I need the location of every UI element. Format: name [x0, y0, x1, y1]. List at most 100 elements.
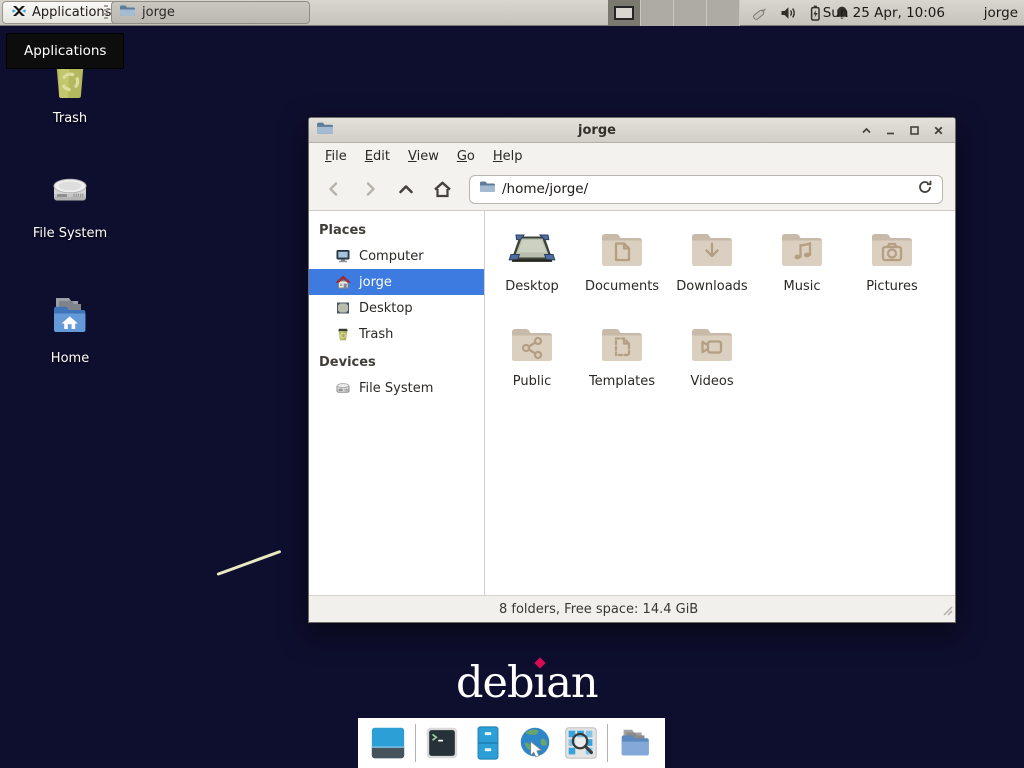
shade-button[interactable]: [861, 125, 872, 136]
taskbar-window-button[interactable]: jorge: [111, 1, 310, 24]
dock-launcher-terminal[interactable]: [422, 723, 462, 763]
sidebar-item-label: jorge: [359, 275, 392, 290]
tooltip-text: Applications: [24, 43, 106, 59]
file-item-public[interactable]: Public: [487, 318, 577, 413]
top-panel: Applications jorge Sun 25 Apr, 10:06 jor…: [0, 0, 1024, 26]
workspace-cell-4[interactable]: [707, 0, 740, 26]
sidebar-item-desktop[interactable]: Desktop: [309, 295, 484, 321]
applications-menu-label: Applications: [32, 5, 111, 20]
file-item-desktop[interactable]: Desktop: [487, 223, 577, 318]
trash-sm-icon: [335, 326, 351, 342]
menu-help[interactable]: Help: [484, 146, 532, 167]
file-item-music[interactable]: Music: [757, 223, 847, 318]
menu-go[interactable]: Go: [448, 146, 484, 167]
sidebar-header-devices: Devices: [309, 347, 484, 375]
desktop-root: Applications jorge Sun 25 Apr, 10:06 jor…: [0, 0, 1024, 768]
window-folder-icon: [316, 121, 333, 140]
sidebar: PlacesComputerjorgeDesktopTrashDevicesFi…: [309, 211, 485, 595]
path-bar-input[interactable]: /home/jorge/: [469, 175, 943, 204]
applications-menu-button[interactable]: Applications: [2, 1, 120, 24]
battery-icon[interactable]: [806, 4, 824, 22]
pointer-line-artifact: [216, 550, 281, 576]
template-icon: [597, 322, 647, 370]
sidebar-item-label: Trash: [359, 327, 393, 342]
maximize-button[interactable]: [909, 125, 920, 136]
window-titlebar[interactable]: jorge: [309, 118, 955, 143]
sidebar-item-jorge[interactable]: jorge: [309, 269, 484, 295]
computer-sm-icon: [335, 248, 351, 264]
xfce-logo-icon: [11, 3, 27, 23]
debian-logo-text: debıan: [456, 658, 598, 708]
file-item-label: Downloads: [676, 279, 747, 294]
home-large-icon: [44, 292, 96, 346]
home-button[interactable]: [429, 176, 455, 202]
file-item-label: Pictures: [866, 279, 917, 294]
statusbar: 8 folders, Free space: 14.4 GiB: [309, 595, 955, 622]
statusbar-text: 8 folders, Free space: 14.4 GiB: [499, 602, 698, 617]
file-item-documents[interactable]: Documents: [577, 223, 667, 318]
panel-clock[interactable]: Sun 25 Apr, 10:06: [823, 0, 945, 26]
clipboard-tool-icon[interactable]: [752, 4, 770, 22]
music-icon: [777, 227, 827, 275]
file-item-downloads[interactable]: Downloads: [667, 223, 757, 318]
dock-separator: [415, 724, 416, 762]
minimize-button[interactable]: [885, 125, 896, 136]
resize-grip[interactable]: [941, 601, 953, 620]
dock-launcher-app-finder[interactable]: [561, 723, 601, 763]
file-item-label: Videos: [690, 374, 733, 389]
up-button[interactable]: [393, 176, 419, 202]
menu-file[interactable]: File: [316, 146, 356, 167]
window-controls: [861, 125, 948, 136]
panel-user-label: jorge: [984, 0, 1018, 26]
panel-separator-grip[interactable]: [104, 5, 108, 21]
desktop-icon-label: File System: [33, 226, 107, 241]
path-folder-icon: [479, 180, 495, 198]
desktop-icon-file-system[interactable]: File System: [18, 167, 122, 241]
home-sm-icon: [335, 274, 351, 290]
dock-panel: [358, 718, 665, 768]
close-button[interactable]: [933, 125, 944, 136]
sidebar-item-label: File System: [359, 381, 433, 396]
workspace-cell-1[interactable]: [608, 0, 641, 26]
desktop-sm-icon: [335, 300, 351, 316]
file-item-videos[interactable]: Videos: [667, 318, 757, 413]
file-item-label: Music: [784, 279, 821, 294]
volume-icon[interactable]: [779, 4, 797, 22]
workspace-cell-3[interactable]: [674, 0, 707, 26]
dock-launcher-show-desktop[interactable]: [368, 723, 408, 763]
sidebar-item-file-system[interactable]: File System: [309, 375, 484, 401]
path-text[interactable]: /home/jorge/: [502, 181, 910, 197]
file-item-pictures[interactable]: Pictures: [847, 223, 937, 318]
document-icon: [597, 227, 647, 275]
back-button[interactable]: [321, 176, 347, 202]
applications-tooltip: Applications: [6, 33, 124, 69]
menu-edit[interactable]: Edit: [356, 146, 399, 167]
forward-button[interactable]: [357, 176, 383, 202]
dock-launcher-web-browser[interactable]: [515, 723, 555, 763]
drive-sm-icon: [335, 380, 351, 396]
video-icon: [687, 322, 737, 370]
file-item-label: Documents: [585, 279, 659, 294]
dock-separator: [607, 724, 608, 762]
desktop-icon-label: Trash: [53, 111, 87, 126]
window-menubar: FileEditViewGoHelp: [309, 143, 955, 169]
workspace-cell-2[interactable]: [641, 0, 674, 26]
active-window-miniature: [614, 6, 634, 20]
taskbar-window-label: jorge: [142, 5, 175, 20]
debian-logo: debıan: [456, 658, 598, 708]
sidebar-item-label: Desktop: [359, 301, 413, 316]
debian-diamond-dot: [534, 657, 545, 668]
window-toolbar: /home/jorge/: [309, 169, 955, 209]
reload-icon[interactable]: [917, 179, 933, 199]
dock-launcher-directory-menu[interactable]: [615, 723, 655, 763]
camera-icon: [867, 227, 917, 275]
sidebar-item-trash[interactable]: Trash: [309, 321, 484, 347]
sidebar-item-computer[interactable]: Computer: [309, 243, 484, 269]
file-grid: Desktop Documents Downloads Music Pictures Pu…: [485, 211, 955, 595]
menu-view[interactable]: View: [399, 146, 448, 167]
dock-launcher-file-cabinet[interactable]: [468, 723, 508, 763]
workspace-switcher[interactable]: [608, 0, 740, 26]
sidebar-item-label: Computer: [359, 249, 424, 264]
file-item-templates[interactable]: Templates: [577, 318, 667, 413]
desktop-icon-home[interactable]: Home: [18, 292, 122, 366]
